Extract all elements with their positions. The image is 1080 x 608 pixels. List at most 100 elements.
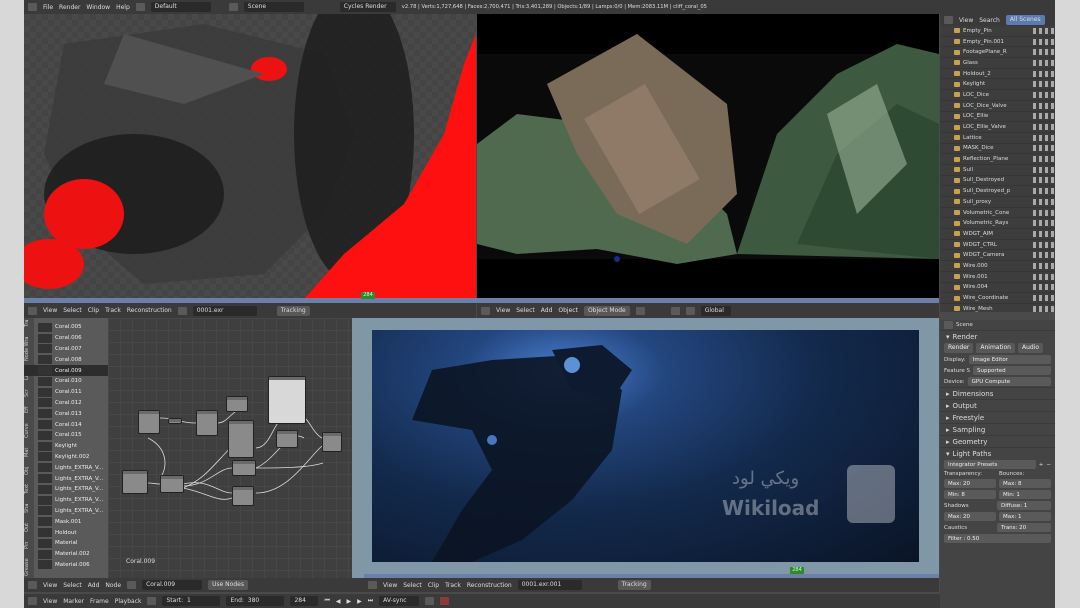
node-menu-select[interactable]: Select (63, 582, 82, 589)
transparency-max-field[interactable]: Max: 20 (944, 479, 996, 488)
keying-icon[interactable] (425, 597, 435, 605)
visibility-icons[interactable] (1033, 27, 1055, 34)
visibility-icons[interactable] (1033, 295, 1055, 302)
list-item[interactable]: Coral.007 (24, 344, 108, 355)
outliner-item[interactable]: Wire.004 (940, 283, 1055, 294)
integrator-presets-select[interactable]: Integrator Presets (944, 460, 1036, 469)
list-item[interactable]: Lights_EXTRA_V... (24, 506, 108, 517)
editor-type-icon[interactable] (368, 581, 377, 589)
clip-menu-view[interactable]: View (43, 307, 57, 314)
object-mode-selector[interactable]: Object Mode (583, 305, 630, 316)
shader-type-icon[interactable] (127, 581, 137, 589)
visibility-icons[interactable] (1033, 220, 1055, 227)
shadows-checkbox[interactable]: Shadows (944, 503, 994, 509)
outliner-item[interactable]: Sull_proxy (940, 197, 1055, 208)
clip-file-selector[interactable]: 0001.exr (192, 305, 257, 316)
outliner-item[interactable]: Keylight (940, 79, 1055, 91)
panel-geometry[interactable]: ▸ Geometry (940, 435, 1055, 447)
outliner-item[interactable]: Wire.000 (940, 261, 1055, 272)
node-bump[interactable] (226, 396, 248, 412)
visibility-icons[interactable] (1033, 70, 1055, 77)
list-item[interactable]: Coral.006 (24, 333, 108, 344)
outliner-tab-all-scenes[interactable]: All Scenes (1005, 15, 1045, 25)
list-item[interactable]: Keylight.002 (24, 452, 108, 463)
outliner-item[interactable]: WDGT_Camera (940, 250, 1055, 262)
3d-viewport[interactable] (477, 14, 939, 299)
node-menu-view[interactable]: View (43, 582, 57, 589)
jump-end-icon[interactable]: ⏭ (368, 597, 373, 605)
filter-glossy-field[interactable]: Filter : 0.50 (944, 534, 1051, 543)
outliner-item[interactable]: Glass (940, 58, 1055, 69)
clip2-menu-track[interactable]: Track (445, 582, 461, 589)
editor-type-icon[interactable] (28, 597, 37, 605)
visibility-icons[interactable] (1033, 209, 1055, 216)
audio-button[interactable]: Audio (1017, 343, 1044, 353)
view3d-menu-select[interactable]: Select (516, 307, 535, 314)
feature-set-select[interactable]: Supported (973, 366, 1051, 375)
clip-mask-viewport[interactable] (24, 14, 476, 299)
display-select[interactable]: Image Editor (968, 355, 1051, 364)
outliner-item[interactable]: Holdout_2 (940, 69, 1055, 80)
node-color[interactable] (160, 475, 184, 493)
list-item[interactable]: Material.002 (24, 549, 108, 560)
list-item[interactable]: Coral.014 (24, 419, 108, 430)
list-item[interactable]: Coral.013 (24, 408, 108, 419)
render-panel-header[interactable]: ▾ Render (940, 330, 1055, 342)
list-item[interactable]: Coral.005 (24, 322, 108, 333)
timeline-menu-view[interactable]: View (43, 598, 57, 605)
outliner-item[interactable]: Volumetric_Cone (940, 208, 1055, 219)
node-menu-add[interactable]: Add (88, 582, 100, 589)
clip2-menu-view[interactable]: View (383, 582, 397, 589)
visibility-icons[interactable] (1033, 102, 1055, 109)
start-frame-field[interactable]: Start: 1 (162, 596, 221, 606)
timeline-menu-frame[interactable]: Frame (90, 598, 109, 605)
editor-type-icon[interactable] (28, 306, 37, 315)
outliner-item[interactable]: Empty_Pin.001 (940, 37, 1055, 48)
visibility-icons[interactable] (1033, 241, 1055, 248)
clip-menu-clip[interactable]: Clip (88, 307, 99, 314)
outliner-tab-search[interactable]: Search (979, 17, 1000, 24)
clip-menu-select[interactable]: Select (63, 307, 82, 314)
list-item[interactable]: Lights_EXTRA_V... (24, 462, 108, 473)
visibility-icons[interactable] (1033, 177, 1055, 184)
properties-panel[interactable]: Scene ▾ Render Render Animation Audio Dis… (940, 320, 1055, 608)
node-mapping[interactable] (168, 418, 182, 424)
visibility-icons[interactable] (1033, 91, 1055, 98)
clip-mode-selector[interactable]: Tracking (276, 305, 310, 316)
prev-key-icon[interactable]: ◀ (336, 598, 341, 605)
visibility-icons[interactable] (1033, 124, 1055, 131)
bounces-max-field[interactable]: Max: 8 (999, 479, 1051, 488)
sync-mode-selector[interactable]: AV-sync (379, 596, 420, 606)
outliner-item[interactable]: Lattice (940, 133, 1055, 144)
pivot-icon[interactable] (670, 306, 680, 315)
list-item[interactable]: Coral.011 (24, 387, 108, 398)
editor-type-icon[interactable] (481, 306, 490, 315)
visibility-icons[interactable] (1033, 305, 1055, 312)
animation-button[interactable]: Animation (976, 343, 1015, 353)
timeline-menu-marker[interactable]: Marker (63, 598, 84, 605)
list-item[interactable]: Coral.015 (24, 430, 108, 441)
clip-menu-reconstruction[interactable]: Reconstruction (127, 307, 172, 314)
outliner-item[interactable]: Wire_Mesh (940, 304, 1055, 312)
orientation-selector[interactable]: Global (700, 305, 731, 316)
panel-light-paths[interactable]: ▾ Light Paths (940, 447, 1055, 459)
outliner-item[interactable]: MASK_Dice (940, 144, 1055, 155)
shading-icon[interactable] (635, 306, 645, 315)
visibility-icons[interactable] (1033, 49, 1055, 56)
visibility-icons[interactable] (1033, 38, 1055, 45)
caustics-checkbox[interactable]: Caustics (944, 525, 994, 531)
outliner-item[interactable]: Sull_Destroyed_p (940, 186, 1055, 197)
clip-menu-track[interactable]: Track (105, 307, 121, 314)
outliner-item[interactable]: Volumetric_Rays (940, 218, 1055, 230)
timeline-menu-playback[interactable]: Playback (115, 598, 142, 605)
node-curves[interactable] (268, 376, 306, 424)
view3d-menu-add[interactable]: Add (541, 307, 553, 314)
outliner-item[interactable]: LOC_Dice (940, 90, 1055, 101)
outliner-item[interactable]: Wire.001 (940, 272, 1055, 283)
render-button[interactable]: Render (944, 343, 974, 353)
blender-logo-icon[interactable] (28, 3, 37, 11)
jump-start-icon[interactable]: ⏮ (324, 597, 329, 605)
visibility-icons[interactable] (1033, 188, 1055, 195)
remove-preset-icon[interactable]: − (1046, 462, 1051, 468)
visibility-icons[interactable] (1033, 59, 1055, 66)
